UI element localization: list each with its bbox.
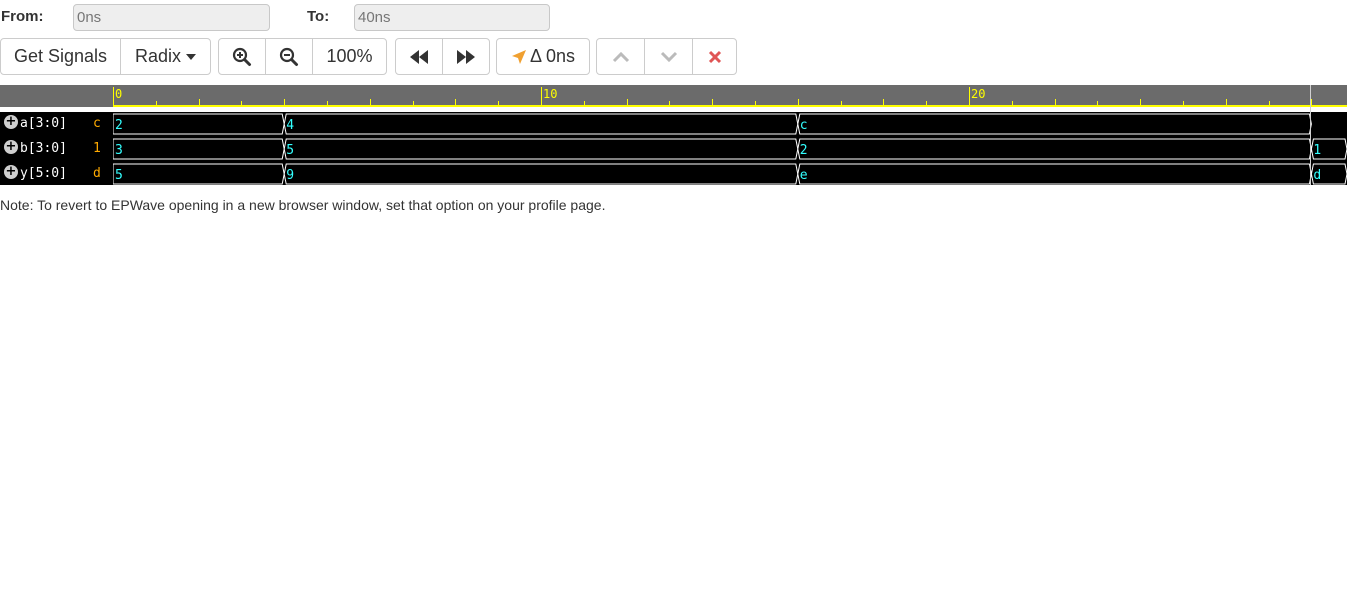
waveform-segment	[797, 163, 1312, 185]
zoom-level-button[interactable]: 100%	[312, 38, 387, 75]
from-label: From:	[1, 8, 44, 25]
from-input[interactable]	[73, 4, 270, 31]
radix-label: Radix	[134, 46, 182, 66]
signal-row[interactable]: + y[5:0] d	[0, 162, 113, 186]
get-signals-button[interactable]: Get Signals	[0, 38, 121, 75]
location-arrow-icon	[511, 49, 526, 64]
prev-transition-button[interactable]	[395, 38, 443, 75]
time-range-bar: From: To:	[0, 0, 1347, 36]
signal-cursor-value: 1	[93, 141, 101, 156]
waveform-segment	[113, 163, 285, 185]
waveform-canvas[interactable]: 2 4 c 3 5 2 1 5 9 e d	[113, 112, 1347, 185]
radix-button[interactable]: Radix	[120, 38, 211, 75]
waveform-value-label: e	[800, 168, 808, 183]
chevron-up-icon	[612, 51, 629, 62]
next-transition-button[interactable]	[442, 38, 490, 75]
waveform-value-label: 3	[115, 143, 123, 158]
signal-cursor-value: c	[93, 116, 101, 131]
zoom-in-icon	[232, 47, 251, 66]
signal-name: b[3:0]	[20, 141, 67, 156]
signal-name: a[3:0]	[20, 116, 67, 131]
expand-icon[interactable]: +	[4, 165, 18, 179]
zoom-in-button[interactable]	[218, 38, 266, 75]
waveform-segment	[283, 138, 799, 160]
time-cursor[interactable]	[1310, 85, 1311, 185]
waveform-segment	[113, 138, 285, 160]
waveform-value-label: 2	[115, 118, 123, 133]
waveform-viewer: 0 10 20 + a[3:0] c + b[3:0] 1 + y[5:0] d 2…	[0, 85, 1347, 185]
move-up-button[interactable]	[596, 38, 645, 75]
waveform-traces: 2 4 c 3 5 2 1 5 9 e d	[113, 112, 1347, 185]
ruler-tick-label: 20	[971, 87, 986, 101]
to-input[interactable]	[354, 4, 550, 31]
to-label: To:	[307, 8, 330, 25]
waveform-segment	[797, 113, 1312, 135]
waveform-value-label: 5	[286, 143, 294, 158]
fast-forward-icon	[457, 49, 475, 64]
remove-signal-button[interactable]	[692, 38, 737, 75]
waveform-value-label: d	[1313, 168, 1321, 183]
time-ruler[interactable]: 0 10 20	[0, 85, 1347, 107]
signal-row[interactable]: + b[3:0] 1	[0, 137, 113, 161]
waveform-value-label: 9	[286, 168, 294, 183]
expand-icon[interactable]: +	[4, 140, 18, 154]
ruler-tick	[541, 87, 542, 107]
signal-cursor-value: d	[93, 166, 101, 181]
profile-note: Note: To revert to EPWave opening in a n…	[0, 197, 606, 213]
waveform-segment	[797, 138, 1312, 160]
signal-order-group	[596, 38, 737, 75]
move-down-button[interactable]	[644, 38, 693, 75]
waveform-value-label: c	[800, 118, 808, 133]
signal-row[interactable]: + a[3:0] c	[0, 112, 113, 136]
ruler-baseline	[113, 105, 1347, 107]
delta-group: Δ 0ns	[496, 38, 590, 75]
signal-name-panel: + a[3:0] c + b[3:0] 1 + y[5:0] d	[0, 112, 113, 185]
ruler-tick-label: 0	[115, 87, 123, 101]
waveform-segment	[283, 113, 799, 135]
ruler-tick	[113, 87, 114, 107]
zoom-out-icon	[279, 47, 298, 66]
waveform-value-label: 2	[800, 143, 808, 158]
delta-marker-button[interactable]: Δ 0ns	[496, 38, 590, 75]
expand-icon[interactable]: +	[4, 115, 18, 129]
caret-down-icon	[186, 53, 197, 60]
ruler-tick-label: 10	[543, 87, 558, 101]
close-icon	[708, 50, 721, 63]
waveform-value-label: 4	[286, 118, 294, 133]
delta-label: Δ 0ns	[529, 46, 576, 66]
zoom-group: 100%	[218, 38, 387, 75]
ruler-ticks: 0 10 20	[0, 85, 1347, 107]
signal-name: y[5:0]	[20, 166, 67, 181]
signals-group: Get Signals Radix	[0, 38, 211, 75]
waveform-segment	[113, 113, 285, 135]
waveform-value-label: 5	[115, 168, 123, 183]
navigate-group	[395, 38, 490, 75]
waveform-segment	[283, 163, 799, 185]
chevron-down-icon	[660, 51, 677, 62]
fast-backward-icon	[410, 49, 428, 64]
ruler-tick	[969, 87, 970, 107]
waveform-value-label: 1	[1313, 143, 1321, 158]
zoom-out-button[interactable]	[265, 38, 313, 75]
